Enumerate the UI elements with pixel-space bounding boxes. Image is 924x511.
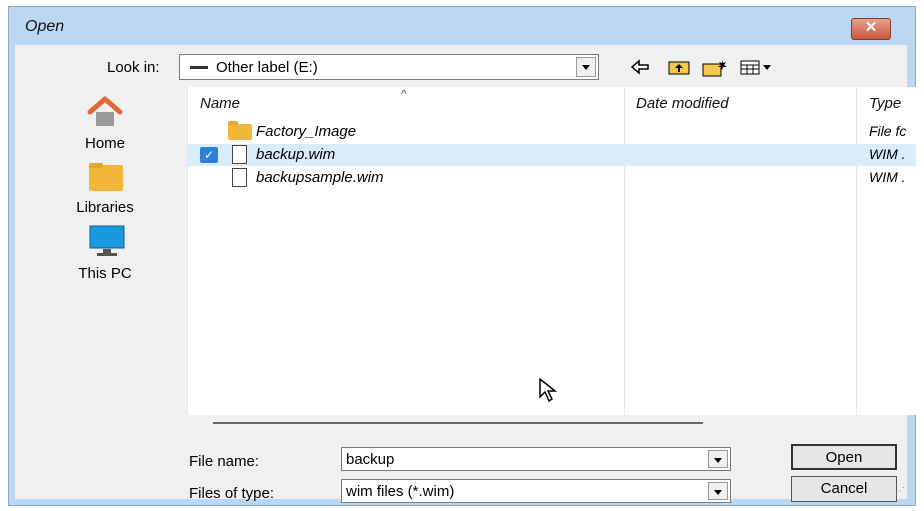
dialog-title: Open [25, 18, 65, 35]
libraries-icon [89, 163, 123, 191]
list-item-factory-image[interactable]: Factory_Image File fc [188, 121, 916, 143]
file-list[interactable]: ^ Name Date modified Type Factory_Image … [187, 87, 916, 415]
file-name: backup.wim [256, 146, 336, 163]
place-libraries-label: Libraries [76, 199, 134, 216]
back-arrow-icon[interactable] [630, 59, 650, 75]
files-of-type-dropdown[interactable]: wim files (*.wim) [341, 479, 731, 503]
place-libraries[interactable]: Libraries [55, 163, 155, 223]
horizontal-scrollbar[interactable] [213, 422, 703, 424]
checkbox-checked-icon[interactable]: ✓ [200, 147, 218, 163]
cancel-button[interactable]: Cancel [791, 476, 897, 502]
list-item-backup-wim[interactable]: ✓ backup.wim WIM . [188, 144, 916, 166]
file-name: backupsample.wim [256, 169, 384, 186]
chevron-down-icon[interactable] [708, 482, 728, 500]
place-home[interactable]: Home [55, 95, 155, 155]
file-name-field[interactable]: backup [341, 447, 731, 471]
file-name-label: File name: [189, 453, 260, 470]
chevron-down-icon[interactable] [576, 57, 596, 77]
column-header-date-modified[interactable]: Date modified [636, 95, 729, 112]
dialog-body: Look in: Other label (E:) Home Libraries… [15, 45, 916, 503]
files-of-type-value: wim files (*.wim) [346, 483, 455, 500]
title-bar[interactable]: Open ✕ [9, 7, 915, 45]
resize-grip-icon[interactable]: ⋰ [895, 486, 905, 497]
new-folder-icon[interactable] [702, 59, 728, 77]
chevron-down-icon[interactable] [708, 450, 728, 468]
file-name: Factory_Image [256, 123, 357, 140]
place-home-label: Home [84, 135, 125, 152]
file-type: File fc [869, 123, 907, 139]
column-header-type[interactable]: Type [869, 95, 901, 112]
look-in-value: Other label (E:) [216, 59, 318, 76]
open-dialog: Open ✕ Look in: Other label (E:) Home Li… [8, 6, 916, 506]
file-icon [232, 168, 247, 187]
file-type: WIM . [869, 169, 906, 185]
list-item-backupsample-wim[interactable]: backupsample.wim WIM . [188, 167, 916, 189]
folder-icon [228, 121, 252, 140]
mouse-pointer-icon [539, 377, 558, 403]
file-icon [232, 145, 247, 164]
look-in-dropdown[interactable]: Other label (E:) [179, 54, 599, 80]
home-icon [87, 96, 123, 126]
open-button[interactable]: Open [791, 444, 897, 470]
view-menu-icon[interactable] [740, 59, 774, 75]
sort-ascending-icon: ^ [401, 87, 407, 101]
files-of-type-label: Files of type: [189, 485, 275, 502]
this-pc-icon [89, 225, 125, 256]
look-in-label: Look in: [107, 59, 160, 76]
file-name-value: backup [346, 451, 395, 468]
drive-icon [190, 66, 208, 69]
file-type: WIM . [869, 146, 906, 162]
up-folder-icon[interactable] [668, 59, 690, 75]
place-this-pc[interactable]: This PC [55, 225, 155, 285]
column-header-name[interactable]: Name [200, 95, 240, 112]
close-button[interactable]: ✕ [851, 18, 891, 40]
place-this-pc-label: This PC [78, 265, 132, 282]
close-icon: ✕ [864, 19, 878, 36]
